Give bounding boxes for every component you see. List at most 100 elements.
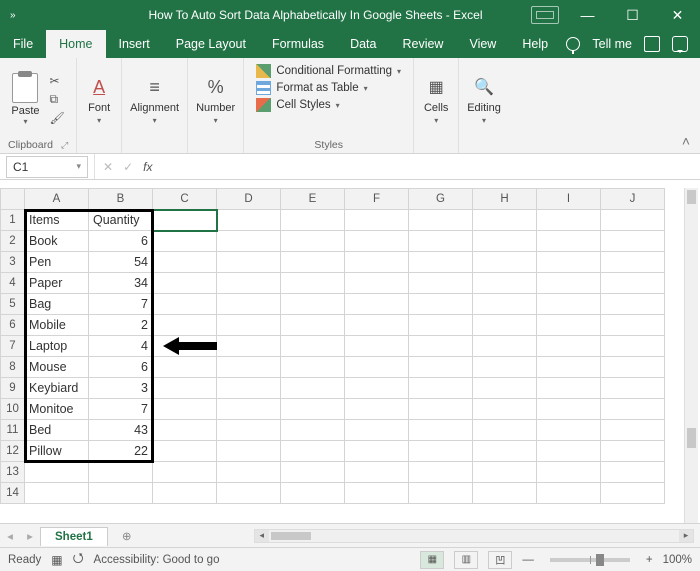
minimize-button[interactable]: —: [565, 0, 610, 30]
cell-H12[interactable]: [473, 441, 537, 462]
column-header-B[interactable]: B: [89, 189, 153, 210]
conditional-formatting-button[interactable]: Conditional Formatting ▾: [256, 64, 401, 78]
cell-F8[interactable]: [345, 357, 409, 378]
cell-E11[interactable]: [281, 420, 345, 441]
column-header-D[interactable]: D: [217, 189, 281, 210]
cell-B7[interactable]: 4: [89, 336, 153, 357]
collapse-ribbon-icon[interactable]: ˄: [682, 133, 690, 149]
tab-review[interactable]: Review: [389, 30, 456, 58]
cell-I6[interactable]: [537, 315, 601, 336]
cell-H7[interactable]: [473, 336, 537, 357]
column-header-A[interactable]: A: [25, 189, 89, 210]
cell-J5[interactable]: [601, 294, 665, 315]
spreadsheet-grid[interactable]: ABCDEFGHIJ 1ItemsQuantity2Book63Pen544Pa…: [0, 180, 700, 523]
cell-B9[interactable]: 3: [89, 378, 153, 399]
cell-F12[interactable]: [345, 441, 409, 462]
paste-button[interactable]: Paste ▾: [11, 73, 39, 126]
accessibility-label[interactable]: Accessibility: Good to go: [94, 554, 220, 566]
cell-D4[interactable]: [217, 273, 281, 294]
cell-F1[interactable]: [345, 210, 409, 231]
cell-A7[interactable]: Laptop: [25, 336, 89, 357]
cell-E1[interactable]: [281, 210, 345, 231]
column-header-C[interactable]: C: [153, 189, 217, 210]
cell-F7[interactable]: [345, 336, 409, 357]
cell-C12[interactable]: [153, 441, 217, 462]
cell-F3[interactable]: [345, 252, 409, 273]
cell-A13[interactable]: [25, 462, 89, 483]
cell-E5[interactable]: [281, 294, 345, 315]
alignment-button[interactable]: ≡ Alignment ▾: [130, 74, 179, 125]
cell-G2[interactable]: [409, 231, 473, 252]
cell-G6[interactable]: [409, 315, 473, 336]
tab-formulas[interactable]: Formulas: [259, 30, 337, 58]
cell-A9[interactable]: Keybiard: [25, 378, 89, 399]
cell-C5[interactable]: [153, 294, 217, 315]
cell-A8[interactable]: Mouse: [25, 357, 89, 378]
cell-J1[interactable]: [601, 210, 665, 231]
cell-B8[interactable]: 6: [89, 357, 153, 378]
close-button[interactable]: ✕: [655, 0, 700, 30]
cell-C7[interactable]: [153, 336, 217, 357]
fx-icon[interactable]: fx: [143, 160, 152, 174]
number-button[interactable]: % Number ▾: [196, 74, 235, 125]
row-header-2[interactable]: 2: [1, 231, 25, 252]
cell-I3[interactable]: [537, 252, 601, 273]
cell-D8[interactable]: [217, 357, 281, 378]
cell-B10[interactable]: 7: [89, 399, 153, 420]
cell-J7[interactable]: [601, 336, 665, 357]
cell-D5[interactable]: [217, 294, 281, 315]
row-header-1[interactable]: 1: [1, 210, 25, 231]
cell-F2[interactable]: [345, 231, 409, 252]
cell-J14[interactable]: [601, 483, 665, 504]
autosave-icon[interactable]: »: [10, 10, 16, 21]
cell-F13[interactable]: [345, 462, 409, 483]
cell-G11[interactable]: [409, 420, 473, 441]
cell-H11[interactable]: [473, 420, 537, 441]
tab-data[interactable]: Data: [337, 30, 389, 58]
enter-formula-icon[interactable]: ✓: [123, 160, 133, 174]
cell-D1[interactable]: [217, 210, 281, 231]
cell-E7[interactable]: [281, 336, 345, 357]
cell-I11[interactable]: [537, 420, 601, 441]
cell-D6[interactable]: [217, 315, 281, 336]
cell-G12[interactable]: [409, 441, 473, 462]
cell-F5[interactable]: [345, 294, 409, 315]
cell-E14[interactable]: [281, 483, 345, 504]
cell-E6[interactable]: [281, 315, 345, 336]
cell-J6[interactable]: [601, 315, 665, 336]
cell-A1[interactable]: Items: [25, 210, 89, 231]
cell-D13[interactable]: [217, 462, 281, 483]
cell-H10[interactable]: [473, 399, 537, 420]
clipboard-launcher-icon[interactable]: ⤢: [61, 140, 68, 151]
cell-G14[interactable]: [409, 483, 473, 504]
cell-F9[interactable]: [345, 378, 409, 399]
cell-D12[interactable]: [217, 441, 281, 462]
cell-B2[interactable]: 6: [89, 231, 153, 252]
row-header-12[interactable]: 12: [1, 441, 25, 462]
cell-E2[interactable]: [281, 231, 345, 252]
sheet-tab-sheet1[interactable]: Sheet1: [40, 527, 108, 546]
cell-C9[interactable]: [153, 378, 217, 399]
cell-F11[interactable]: [345, 420, 409, 441]
accessibility-icon[interactable]: ⭯: [73, 549, 84, 571]
view-page-break-button[interactable]: 凹: [488, 551, 512, 569]
cell-J2[interactable]: [601, 231, 665, 252]
row-header-14[interactable]: 14: [1, 483, 25, 504]
zoom-in-button[interactable]: +: [646, 554, 653, 566]
cell-A4[interactable]: Paper: [25, 273, 89, 294]
cell-J9[interactable]: [601, 378, 665, 399]
formula-input[interactable]: [160, 156, 700, 178]
cell-F14[interactable]: [345, 483, 409, 504]
row-header-6[interactable]: 6: [1, 315, 25, 336]
cell-I10[interactable]: [537, 399, 601, 420]
cell-J13[interactable]: [601, 462, 665, 483]
cell-G5[interactable]: [409, 294, 473, 315]
row-header-4[interactable]: 4: [1, 273, 25, 294]
cells-button[interactable]: ▦ Cells ▾: [422, 74, 450, 125]
hscroll-right-icon[interactable]: ▸: [679, 530, 693, 542]
copy-icon[interactable]: ⧉: [50, 92, 65, 107]
tab-help[interactable]: Help: [509, 30, 561, 58]
cell-I5[interactable]: [537, 294, 601, 315]
cell-I7[interactable]: [537, 336, 601, 357]
cell-E8[interactable]: [281, 357, 345, 378]
